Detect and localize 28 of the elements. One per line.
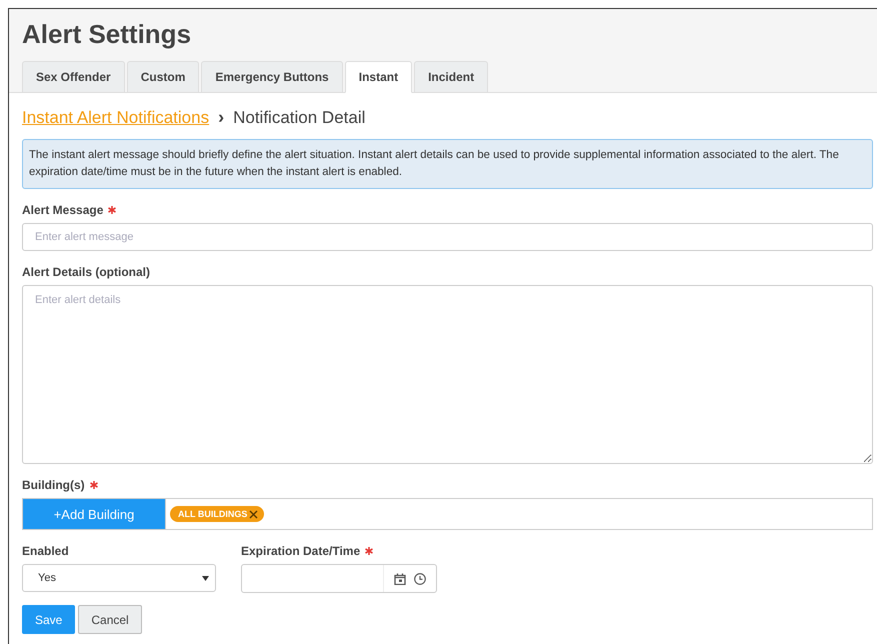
close-icon[interactable] bbox=[249, 510, 258, 518]
required-icon bbox=[365, 547, 374, 555]
enabled-select[interactable]: Yes bbox=[22, 564, 216, 592]
field-label: Building(s) bbox=[22, 478, 85, 492]
alert-message-field[interactable]: Enter alert message bbox=[22, 223, 873, 251]
tab[interactable]: Custom bbox=[126, 61, 200, 93]
field-label: Expiration Date/Time bbox=[241, 544, 360, 558]
tab[interactable]: Instant bbox=[344, 61, 412, 93]
required-icon bbox=[90, 481, 98, 489]
tab[interactable]: Incident bbox=[414, 61, 488, 93]
dropdown-arrow-icon bbox=[202, 576, 209, 580]
info-message: The instant alert message should briefly define the alert situation. Instant alert details can be used to provide supplemental information associated to the alert. The expiration date/time must be in the future when the instant alert is enabled. bbox=[22, 139, 873, 189]
calendar-icon[interactable] bbox=[394, 572, 406, 584]
tab[interactable]: Emergency Buttons bbox=[201, 61, 343, 93]
clock-icon[interactable] bbox=[414, 572, 426, 584]
field-label: Alert Details (optional) bbox=[22, 265, 150, 279]
alert-details-field[interactable]: Enter alert details bbox=[22, 285, 873, 464]
select-value: Yes bbox=[38, 572, 56, 584]
tag-label: ALL BUILDINGS bbox=[178, 509, 248, 519]
breadcrumb-separator: › bbox=[218, 107, 224, 128]
field-label: Alert Message bbox=[22, 203, 104, 217]
expiration-field[interactable] bbox=[241, 564, 437, 593]
breadcrumb-current: Notification Detail bbox=[233, 108, 366, 128]
tab[interactable]: Sex Offender bbox=[22, 61, 125, 93]
field-label: Enabled bbox=[22, 544, 69, 558]
cancel-button[interactable]: Cancel bbox=[78, 605, 142, 634]
required-icon bbox=[108, 206, 116, 214]
page-title: Alert Settings bbox=[22, 18, 192, 51]
